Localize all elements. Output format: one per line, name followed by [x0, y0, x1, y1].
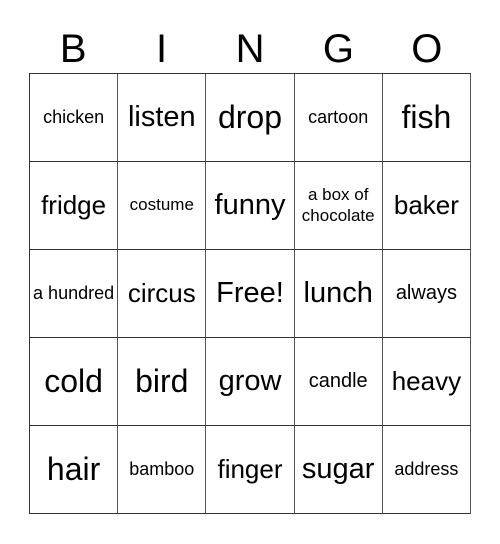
- bingo-grid: chicken listen drop cartoon fish fridge costum…: [29, 73, 471, 514]
- bingo-header: B I N G O: [29, 26, 471, 72]
- bingo-cell-text: fridge: [41, 189, 107, 220]
- bingo-cell-text: funny: [214, 188, 286, 221]
- bingo-cell-text: a box of chocolate: [301, 185, 375, 225]
- bingo-cell[interactable]: drop: [206, 74, 295, 162]
- bingo-cell[interactable]: hair: [30, 426, 119, 514]
- bingo-cell-text: baker: [393, 189, 459, 220]
- bingo-cell-text: always: [395, 282, 457, 304]
- bingo-cell[interactable]: lunch: [294, 250, 383, 338]
- bingo-cell-text: fish: [401, 99, 452, 136]
- bingo-cell[interactable]: costume: [118, 162, 207, 250]
- bingo-cell-text: Free!: [216, 276, 284, 309]
- bingo-cell-text: cold: [44, 363, 103, 400]
- bingo-cell-text: bamboo: [129, 459, 195, 480]
- bingo-cell-text: costume: [129, 195, 194, 215]
- bingo-cell[interactable]: a hundred: [30, 250, 119, 338]
- bingo-cell[interactable]: baker: [382, 162, 471, 250]
- bingo-cell[interactable]: sugar: [294, 426, 383, 514]
- bingo-cell-text: bird: [135, 363, 189, 400]
- bingo-cell-text: hair: [46, 451, 101, 488]
- header-letter-b: B: [59, 27, 87, 71]
- bingo-cell[interactable]: grow: [206, 338, 295, 426]
- bingo-cell[interactable]: candle: [294, 338, 383, 426]
- bingo-cell[interactable]: address: [382, 426, 471, 514]
- bingo-cell-text: address: [394, 459, 459, 480]
- bingo-cell[interactable]: cold: [30, 338, 119, 426]
- bingo-cell-text: finger: [217, 453, 283, 484]
- bingo-cell-text: a hundred: [33, 283, 115, 304]
- header-letter-n: N: [235, 27, 265, 71]
- bingo-cell-text: circus: [127, 277, 196, 308]
- header-letter-i: I: [156, 27, 168, 71]
- bingo-cell[interactable]: circus: [118, 250, 207, 338]
- bingo-cell-text: listen: [127, 100, 196, 133]
- bingo-cell-text: grow: [218, 364, 282, 397]
- bingo-cell[interactable]: always: [382, 250, 471, 338]
- bingo-cell-text: drop: [217, 99, 283, 136]
- bingo-cell[interactable]: chicken: [30, 74, 119, 162]
- bingo-cell-text: cartoon: [308, 107, 369, 128]
- bingo-cell[interactable]: bamboo: [118, 426, 207, 514]
- bingo-cell[interactable]: bird: [118, 338, 207, 426]
- bingo-cell-text: sugar: [301, 452, 375, 485]
- bingo-cell[interactable]: fridge: [30, 162, 119, 250]
- bingo-cell[interactable]: finger: [206, 426, 295, 514]
- bingo-cell-text: chicken: [43, 107, 105, 128]
- bingo-cell[interactable]: a box of chocolate: [294, 162, 383, 250]
- bingo-cell-text: heavy: [391, 365, 462, 396]
- bingo-cell[interactable]: listen: [118, 74, 207, 162]
- bingo-cell[interactable]: Free!: [206, 250, 295, 338]
- bingo-cell[interactable]: fish: [382, 74, 471, 162]
- bingo-cell-text: candle: [308, 370, 368, 392]
- bingo-cell-text: lunch: [303, 276, 373, 309]
- header-letter-g: G: [322, 27, 354, 71]
- bingo-cell[interactable]: heavy: [382, 338, 471, 426]
- header-letter-o: O: [411, 27, 443, 71]
- bingo-cell[interactable]: cartoon: [294, 74, 383, 162]
- bingo-cell[interactable]: funny: [206, 162, 295, 250]
